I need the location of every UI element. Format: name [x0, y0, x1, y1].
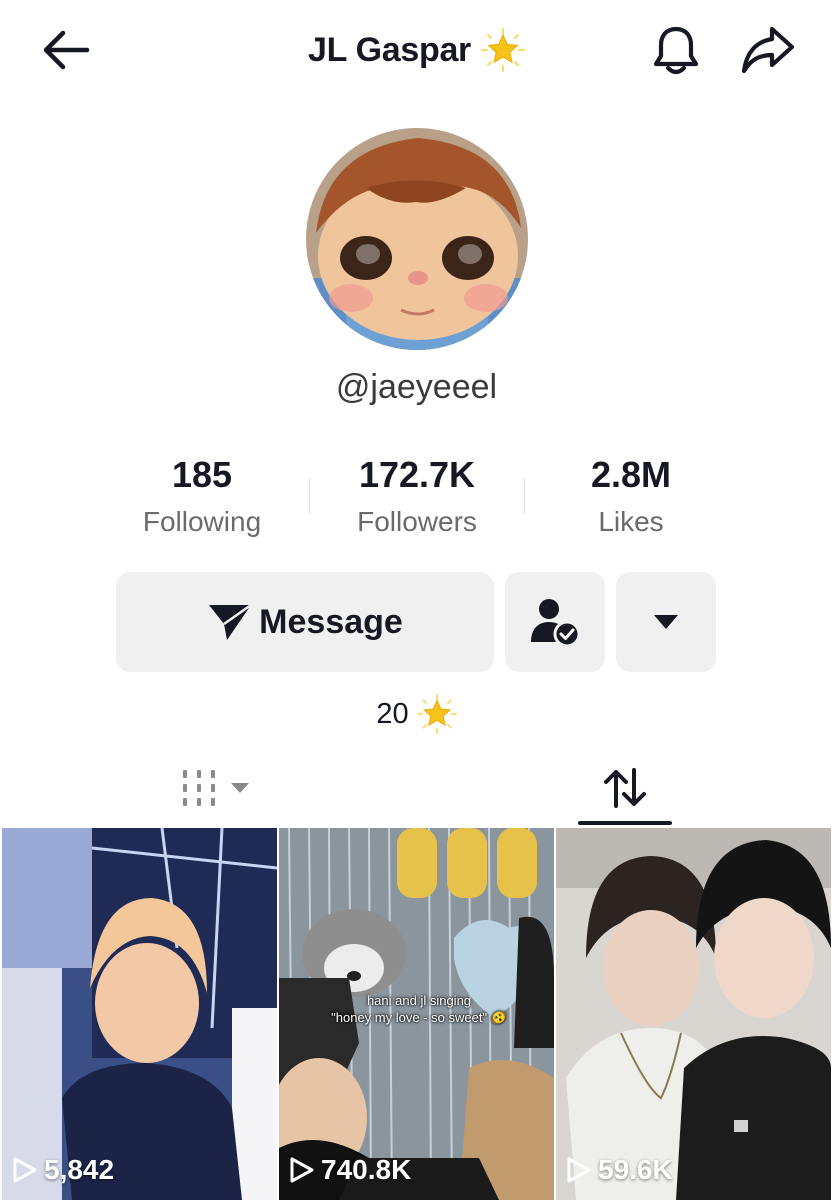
view-count: 740.8K [289, 1154, 411, 1186]
profile-avatar [306, 128, 528, 350]
video-caption: hani and jl singing "honey my love - so … [309, 992, 529, 1026]
share-arrow-icon [741, 26, 795, 74]
view-count-text: 5,842 [44, 1154, 115, 1185]
video-grid: 5,842 hani and jl singing "honey my love… [0, 828, 833, 1200]
likes-label: Likes [598, 506, 664, 537]
share-button[interactable] [738, 22, 798, 78]
stats-divider [309, 478, 310, 514]
tab-videos[interactable] [160, 748, 270, 828]
avatar[interactable] [306, 128, 528, 350]
active-tab-indicator [578, 821, 672, 825]
video-thumbnail-image [556, 828, 831, 1200]
grid-lines-icon [183, 770, 215, 806]
play-outline-icon [567, 1157, 591, 1183]
followers-count: 172.7K [358, 454, 476, 495]
page-title: JL Gaspar [308, 30, 471, 69]
stat-followers[interactable]: 172.7K Followers [312, 452, 522, 538]
star-count: 20 [376, 697, 409, 730]
caption-line: hani and jl singing [366, 993, 472, 1008]
bell-icon [653, 26, 699, 75]
play-outline-icon [290, 1157, 314, 1183]
top-bar: JL Gaspar [0, 0, 833, 100]
following-label: Following [142, 506, 262, 537]
likes-count: 2.8M [590, 454, 672, 495]
play-outline-icon [13, 1157, 37, 1183]
caret-down-icon [231, 783, 249, 793]
view-count: 59.6K [566, 1154, 673, 1186]
profile-tabs [0, 748, 833, 828]
followers-label: Followers [357, 506, 477, 537]
profile-title: JL Gaspar [0, 28, 833, 72]
video-thumbnail[interactable]: 5,842 [2, 828, 277, 1200]
subscription-badge[interactable]: 20 [0, 694, 833, 734]
view-count-text: 740.8K [321, 1154, 412, 1185]
message-label: Message [259, 602, 403, 641]
repost-arrows-icon [604, 768, 646, 808]
glowing-star-icon [480, 28, 525, 72]
caption-line: "honey my love - so sweet" 🫨 [331, 1010, 507, 1025]
glowing-star-icon [416, 694, 457, 734]
profile-stats: 185 Following 172.7K Followers 2.8M Like… [0, 452, 833, 552]
username-handle: @jaeyeeel [335, 368, 498, 406]
video-thumbnail-image [2, 828, 277, 1200]
caret-down-icon [654, 615, 678, 629]
paper-plane-icon [209, 603, 252, 640]
more-options-button[interactable] [616, 572, 716, 672]
view-count-text: 59.6K [598, 1154, 673, 1185]
video-thumbnail[interactable]: hani and jl singing "honey my love - so … [279, 828, 554, 1200]
message-button[interactable]: Message [116, 572, 494, 672]
stat-likes[interactable]: 2.8M Likes [526, 452, 736, 538]
tab-reposts[interactable] [578, 748, 672, 828]
video-thumbnail[interactable]: 59.6K [556, 828, 831, 1200]
notifications-button[interactable] [650, 22, 702, 78]
view-count: 5,842 [12, 1154, 114, 1186]
stat-following[interactable]: 185 Following [97, 452, 307, 538]
user-check-icon [531, 599, 581, 648]
stats-divider [524, 478, 525, 514]
friends-button[interactable] [505, 572, 605, 672]
following-count: 185 [171, 454, 233, 495]
